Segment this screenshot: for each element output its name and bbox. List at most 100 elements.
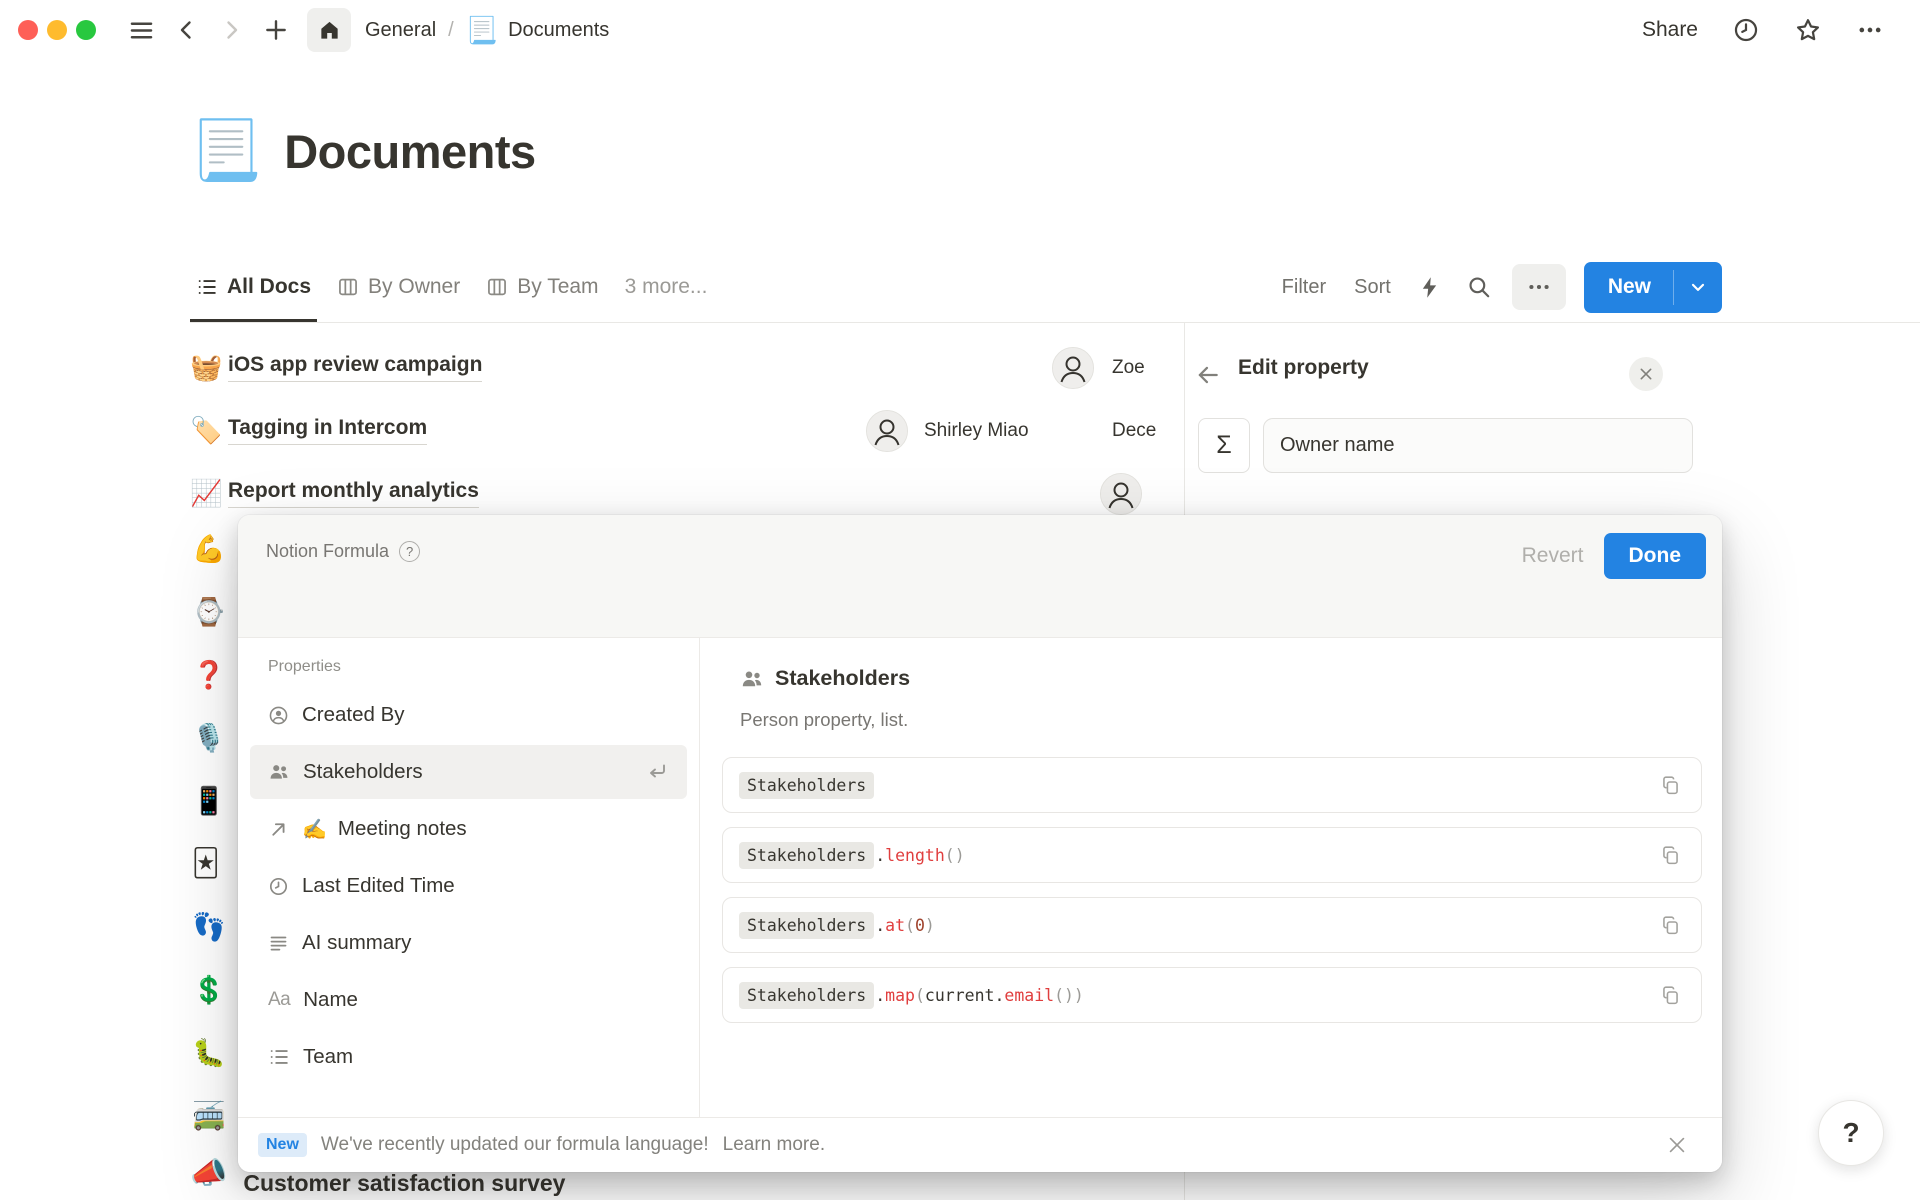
- breadcrumb: General / 📃 Documents: [365, 15, 609, 46]
- code-token: (: [905, 916, 915, 935]
- nav-forward-button[interactable]: [215, 14, 247, 46]
- zoom-window-button[interactable]: [76, 20, 96, 40]
- chevron-left-icon: [175, 18, 199, 42]
- minimize-window-button[interactable]: [47, 20, 67, 40]
- copy-formula-button[interactable]: [1656, 771, 1685, 800]
- sort-button[interactable]: Sort: [1344, 270, 1401, 305]
- revert-button[interactable]: Revert: [1516, 536, 1590, 576]
- clock-icon: [268, 876, 289, 897]
- learn-more-link[interactable]: Learn more.: [723, 1134, 825, 1156]
- formula-examples: StakeholdersStakeholders.length()Stakeho…: [722, 757, 1702, 1023]
- code-token: ()): [1054, 986, 1084, 1005]
- formula-example-card[interactable]: Stakeholders.map(current.email()): [722, 967, 1702, 1023]
- favorite-button[interactable]: [1790, 12, 1826, 48]
- row-title[interactable]: Report monthly analytics: [228, 479, 479, 508]
- formula-example-code: Stakeholders.map(current.email()): [739, 982, 1084, 1009]
- document-table: 🧺iOS app review campaignZoe🏷️Tagging in …: [190, 336, 1183, 525]
- property-item-created-by[interactable]: Created By: [250, 688, 687, 742]
- property-item-name[interactable]: AaName: [250, 973, 687, 1027]
- formula-example-card[interactable]: Stakeholders.length(): [722, 827, 1702, 883]
- return-icon: [645, 760, 669, 784]
- property-name-input[interactable]: [1263, 418, 1693, 473]
- page-emoji[interactable]: 📃: [190, 122, 262, 180]
- tab-label: By Owner: [368, 275, 460, 299]
- ellipsis-icon: [1526, 274, 1552, 300]
- notice-close-button[interactable]: [1662, 1130, 1692, 1160]
- property-label: Stakeholders: [303, 760, 423, 784]
- panel-back-button[interactable]: [1193, 360, 1223, 393]
- panel-title: Edit property: [1238, 356, 1369, 380]
- done-button[interactable]: Done: [1604, 533, 1707, 579]
- code-token: 0: [915, 916, 925, 935]
- property-item-team[interactable]: Team: [250, 1030, 687, 1084]
- property-item-last-edited-time[interactable]: Last Edited Time: [250, 859, 687, 913]
- help-button[interactable]: ?: [1818, 1100, 1884, 1166]
- row-emoji: 📈: [190, 478, 228, 509]
- chevron-down-icon: [1688, 277, 1708, 297]
- avatar: [1100, 473, 1142, 515]
- plus-icon: [263, 17, 289, 43]
- panel-close-button[interactable]: [1629, 357, 1663, 391]
- tab-by-team[interactable]: By Team: [480, 252, 604, 322]
- new-entry-button[interactable]: New: [1584, 262, 1673, 313]
- page-header: 📃 Documents: [190, 122, 536, 180]
- row-emoji: 🐛: [192, 1037, 226, 1069]
- formula-modal-title-row: Notion Formula ?: [266, 533, 420, 562]
- view-bar: All DocsBy OwnerBy Team3 more... Filter …: [190, 252, 1722, 322]
- formula-example-card[interactable]: Stakeholders.at(0): [722, 897, 1702, 953]
- automation-button[interactable]: [1409, 267, 1450, 308]
- chevron-right-icon: [219, 18, 243, 42]
- code-token: .: [875, 986, 885, 1005]
- formula-modal-header: Notion Formula ? Revert Done: [238, 515, 1722, 637]
- row-emoji: ❓: [192, 659, 226, 691]
- property-type-button[interactable]: Σ: [1198, 418, 1250, 473]
- more-options-button[interactable]: [1852, 12, 1888, 48]
- updates-button[interactable]: [1728, 12, 1764, 48]
- breadcrumb-page[interactable]: Documents: [508, 19, 609, 42]
- traffic-lights: [18, 20, 96, 40]
- code-token: (: [915, 986, 925, 1005]
- formula-example-card[interactable]: Stakeholders: [722, 757, 1702, 813]
- code-token: current: [925, 986, 995, 1005]
- breadcrumb-workspace[interactable]: General: [365, 19, 436, 42]
- formula-editor-modal: Notion Formula ? Revert Done Properties …: [238, 515, 1722, 1172]
- table-row[interactable]: 🏷️Tagging in IntercomShirley MiaoDece: [190, 399, 1183, 462]
- copy-formula-button[interactable]: [1656, 911, 1685, 940]
- owner-name: Shirley Miao: [924, 399, 1029, 462]
- row-emoji: ⌚: [192, 596, 226, 628]
- star-icon: [1794, 16, 1822, 44]
- property-item-meeting-notes[interactable]: ✍️Meeting notes: [250, 802, 687, 856]
- formula-help-button[interactable]: ?: [399, 541, 420, 562]
- new-badge: New: [258, 1133, 307, 1157]
- property-label: Name: [303, 988, 358, 1012]
- tab-3-more[interactable]: 3 more...: [619, 252, 714, 322]
- properties-heading: Properties: [250, 658, 687, 676]
- new-tab-button[interactable]: [259, 13, 293, 47]
- arrow-left-icon: [1195, 362, 1221, 388]
- tab-all-docs[interactable]: All Docs: [190, 252, 317, 322]
- property-label: Meeting notes: [338, 817, 467, 841]
- property-token: Stakeholders: [739, 842, 874, 869]
- nav-back-button[interactable]: [171, 14, 203, 46]
- tab-label: 3 more...: [625, 275, 708, 299]
- property-item-ai-summary[interactable]: AI summary: [250, 916, 687, 970]
- sidebar-menu-button[interactable]: [124, 13, 159, 48]
- formula-example-code: Stakeholders.length(): [739, 842, 965, 869]
- tab-by-owner[interactable]: By Owner: [331, 252, 466, 322]
- table-row[interactable]: 🧺iOS app review campaignZoe: [190, 336, 1183, 399]
- page-emoji-small: 📃: [466, 15, 498, 46]
- new-entry-dropdown-button[interactable]: [1674, 262, 1722, 313]
- search-view-button[interactable]: [1458, 266, 1500, 308]
- share-button[interactable]: Share: [1632, 12, 1708, 48]
- close-window-button[interactable]: [18, 20, 38, 40]
- property-label: Team: [303, 1045, 353, 1069]
- filter-button[interactable]: Filter: [1272, 270, 1336, 305]
- home-button[interactable]: [307, 8, 351, 52]
- property-item-stakeholders[interactable]: Stakeholders: [250, 745, 687, 799]
- copy-formula-button[interactable]: [1656, 841, 1685, 870]
- view-options-button[interactable]: [1512, 264, 1566, 310]
- row-title[interactable]: iOS app review campaign: [228, 353, 482, 382]
- row-title[interactable]: Customer satisfaction survey: [243, 1170, 565, 1197]
- copy-formula-button[interactable]: [1656, 981, 1685, 1010]
- row-title[interactable]: Tagging in Intercom: [228, 416, 427, 445]
